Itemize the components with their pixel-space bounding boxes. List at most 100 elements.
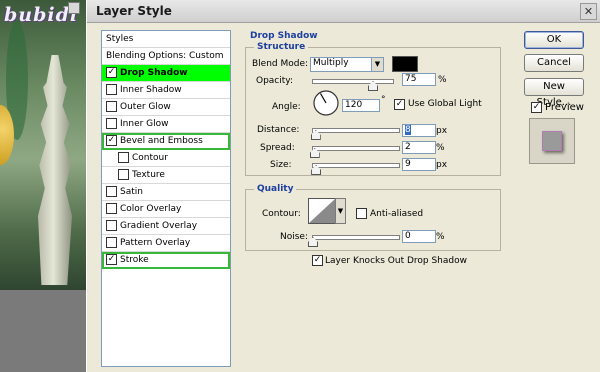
preview-swatch: [542, 131, 562, 151]
style-item-checkbox[interactable]: ✓: [106, 67, 117, 78]
pagoda-tower-image: [38, 55, 72, 285]
preview-checkbox[interactable]: ✓: [531, 102, 542, 113]
distance-unit: px: [436, 126, 448, 136]
noise-unit: %: [436, 232, 445, 242]
style-item-bevel-and-emboss[interactable]: ✓ Bevel and Emboss: [102, 133, 230, 150]
style-item-checkbox[interactable]: [106, 220, 117, 231]
style-item-outer-glow[interactable]: Outer Glow: [102, 99, 230, 116]
style-item-checkbox[interactable]: [106, 186, 117, 197]
contour-preview[interactable]: [308, 198, 336, 224]
size-slider-track[interactable]: [312, 163, 400, 168]
quality-title: Quality: [254, 184, 297, 194]
preview-label: Preview: [545, 102, 584, 113]
style-item-label: Bevel and Emboss: [120, 136, 203, 146]
style-item-texture[interactable]: Texture: [102, 167, 230, 184]
style-item-checkbox[interactable]: [106, 101, 117, 112]
style-item-checkbox[interactable]: [106, 237, 117, 248]
check-icon: ✓: [395, 99, 404, 109]
style-item-label: Pattern Overlay: [120, 238, 191, 248]
use-global-light-checkbox[interactable]: ✓: [394, 99, 405, 110]
style-item-label: Texture: [132, 170, 165, 180]
styles-list: Styles Blending Options: Custom ✓ Drop Sh…: [101, 30, 231, 367]
style-item-label: Drop Shadow: [120, 68, 188, 78]
new-style-button[interactable]: New Style...: [524, 78, 584, 108]
check-icon: ✓: [107, 67, 116, 77]
angle-unit: °: [381, 95, 386, 105]
style-item-stroke[interactable]: ✓ Stroke: [102, 252, 230, 269]
distance-label: Distance:: [257, 125, 300, 135]
quality-group: Quality Contour: ▼ Anti-aliased Noise: 0…: [245, 184, 501, 251]
angle-input[interactable]: 120: [342, 99, 380, 112]
opacity-unit: %: [438, 75, 447, 85]
style-item-color-overlay[interactable]: Color Overlay: [102, 201, 230, 218]
structure-title: Structure: [254, 42, 309, 52]
artwork-canvas: bubidi: [0, 0, 96, 290]
layer-knocks-out-checkbox[interactable]: ✓: [312, 255, 323, 266]
style-item-satin[interactable]: Satin: [102, 184, 230, 201]
anti-aliased-label: Anti-aliased: [370, 209, 424, 219]
cancel-button[interactable]: Cancel: [524, 54, 584, 72]
opacity-input[interactable]: 75: [402, 73, 436, 86]
style-item-label: Outer Glow: [120, 102, 171, 112]
use-global-light-label: Use Global Light: [408, 99, 482, 109]
style-item-inner-shadow[interactable]: Inner Shadow: [102, 82, 230, 99]
style-item-label: Color Overlay: [120, 204, 182, 214]
contour-dropdown-chevron-icon[interactable]: ▼: [335, 198, 346, 224]
style-item-label: Stroke: [120, 255, 149, 265]
opacity-slider-track[interactable]: [312, 79, 394, 84]
section-title-drop-shadow: Drop Shadow: [250, 31, 318, 41]
blend-mode-select[interactable]: Multiply ▼: [310, 57, 384, 72]
spread-input[interactable]: 2: [402, 141, 436, 154]
size-unit: px: [436, 160, 448, 170]
style-item-checkbox[interactable]: [118, 169, 129, 180]
styles-header[interactable]: Styles: [102, 31, 230, 48]
check-icon: ✓: [107, 254, 116, 264]
structure-group: Structure Blend Mode: Multiply ▼ Opacity…: [245, 42, 501, 176]
ok-button[interactable]: OK: [524, 31, 584, 49]
angle-dial[interactable]: [312, 89, 340, 117]
style-item-drop-shadow[interactable]: ✓ Drop Shadow: [102, 65, 230, 82]
window-control-icon: [68, 2, 80, 14]
shadow-color-swatch[interactable]: [392, 56, 418, 72]
canvas-background: [0, 290, 96, 372]
style-item-checkbox[interactable]: ✓: [106, 135, 117, 146]
anti-aliased-checkbox[interactable]: [356, 208, 367, 219]
check-icon: ✓: [532, 102, 541, 112]
noise-slider-track[interactable]: [312, 235, 400, 240]
spread-label: Spread:: [260, 143, 295, 153]
style-item-checkbox[interactable]: ✓: [106, 254, 117, 265]
style-item-checkbox[interactable]: [106, 84, 117, 95]
spread-unit: %: [436, 143, 445, 153]
distance-slider-track[interactable]: [312, 128, 400, 133]
opacity-label: Opacity:: [256, 76, 293, 86]
style-item-pattern-overlay[interactable]: Pattern Overlay: [102, 235, 230, 252]
dialog-titlebar: Layer Style ✕: [87, 0, 600, 23]
style-item-checkbox[interactable]: [106, 118, 117, 129]
style-item-inner-glow[interactable]: Inner Glow: [102, 116, 230, 133]
distance-input[interactable]: 8: [402, 124, 436, 137]
style-item-label: Satin: [120, 187, 143, 197]
contour-label: Contour:: [262, 209, 301, 219]
chevron-down-icon[interactable]: ▼: [371, 58, 383, 71]
size-input[interactable]: 9: [402, 158, 436, 171]
check-icon: ✓: [107, 135, 116, 145]
style-item-checkbox[interactable]: [118, 152, 129, 163]
style-item-label: Inner Shadow: [120, 85, 182, 95]
style-item-gradient-overlay[interactable]: Gradient Overlay: [102, 218, 230, 235]
blending-options-label: Blending Options: Custom: [106, 51, 224, 61]
close-icon[interactable]: ✕: [580, 3, 597, 20]
style-item-contour[interactable]: Contour: [102, 150, 230, 167]
preview-box: [529, 118, 575, 164]
check-icon: ✓: [313, 255, 322, 265]
spread-slider-track[interactable]: [312, 146, 400, 151]
dialog-title: Layer Style: [96, 4, 172, 18]
blending-options-item[interactable]: Blending Options: Custom: [102, 48, 230, 65]
style-item-label: Contour: [132, 153, 168, 163]
style-item-checkbox[interactable]: [106, 203, 117, 214]
styles-header-label: Styles: [106, 34, 134, 44]
brand-watermark: bubidi: [4, 4, 79, 26]
style-item-label: Gradient Overlay: [120, 221, 198, 231]
noise-input[interactable]: 0: [402, 230, 436, 243]
blend-mode-value: Multiply: [313, 58, 349, 68]
distance-value: 8: [405, 125, 411, 135]
